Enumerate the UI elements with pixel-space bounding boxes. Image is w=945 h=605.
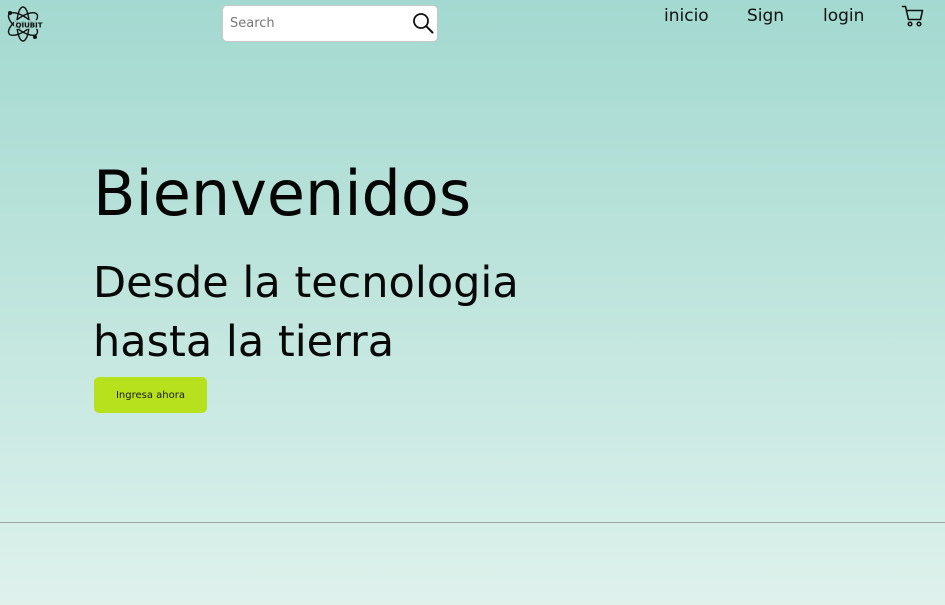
nav-sign-link[interactable]: Sign	[747, 6, 784, 26]
page: QIUBIT inicio Sign login Bienvenidos Des…	[0, 0, 945, 605]
ingresa-ahora-button[interactable]: Ingresa ahora	[94, 377, 207, 413]
atom-logo-icon[interactable]: QIUBIT	[2, 3, 44, 45]
search-box	[222, 5, 438, 42]
search-input[interactable]	[230, 6, 410, 41]
section-divider	[0, 522, 945, 523]
hero-subtitle-line-2: hasta la tierra	[93, 317, 395, 367]
hero-title: Bienvenidos	[93, 157, 472, 230]
hero-subtitle-line-1: Desde la tecnologia	[93, 258, 519, 308]
nav-login-link[interactable]: login	[823, 6, 864, 26]
search-icon[interactable]	[411, 11, 435, 35]
cart-icon[interactable]	[901, 4, 925, 28]
svg-text:QIUBIT: QIUBIT	[16, 22, 43, 30]
hero-subtitle: Desde la tecnologia hasta la tierra	[93, 254, 613, 372]
nav-inicio-link[interactable]: inicio	[664, 6, 709, 26]
